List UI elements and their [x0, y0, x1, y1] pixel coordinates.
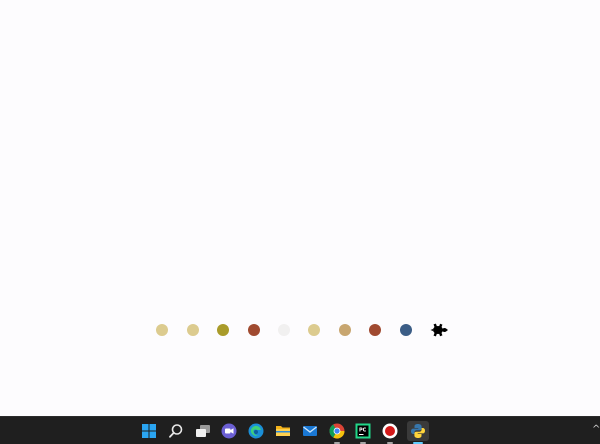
svg-text:PC: PC — [359, 428, 367, 434]
color-dot — [156, 324, 168, 336]
color-dot — [248, 324, 260, 336]
turtle-cursor-icon — [430, 323, 448, 337]
edge-browser-icon[interactable] — [246, 421, 266, 441]
color-dot — [400, 324, 412, 336]
color-dot — [339, 324, 351, 336]
windows-start-icon[interactable] — [139, 421, 159, 441]
python-turtle-icon[interactable] — [407, 421, 429, 444]
turtle-canvas — [0, 0, 600, 416]
task-view-icon[interactable] — [193, 421, 213, 441]
color-dot — [217, 324, 229, 336]
taskbar: PC ^ — [0, 416, 600, 444]
chrome-icon[interactable] — [327, 421, 347, 444]
color-dot — [308, 324, 320, 336]
search-icon[interactable] — [166, 421, 186, 441]
mail-icon[interactable] — [300, 421, 320, 441]
file-explorer-icon[interactable] — [273, 421, 293, 441]
pycharm-icon[interactable]: PC — [353, 421, 373, 444]
teams-chat-icon[interactable] — [219, 421, 239, 441]
color-dot — [278, 324, 290, 336]
tray-chevron-icon[interactable]: ^ — [592, 424, 600, 436]
color-dot — [187, 324, 199, 336]
color-dot — [369, 324, 381, 336]
screen-recorder-icon[interactable] — [380, 421, 400, 444]
